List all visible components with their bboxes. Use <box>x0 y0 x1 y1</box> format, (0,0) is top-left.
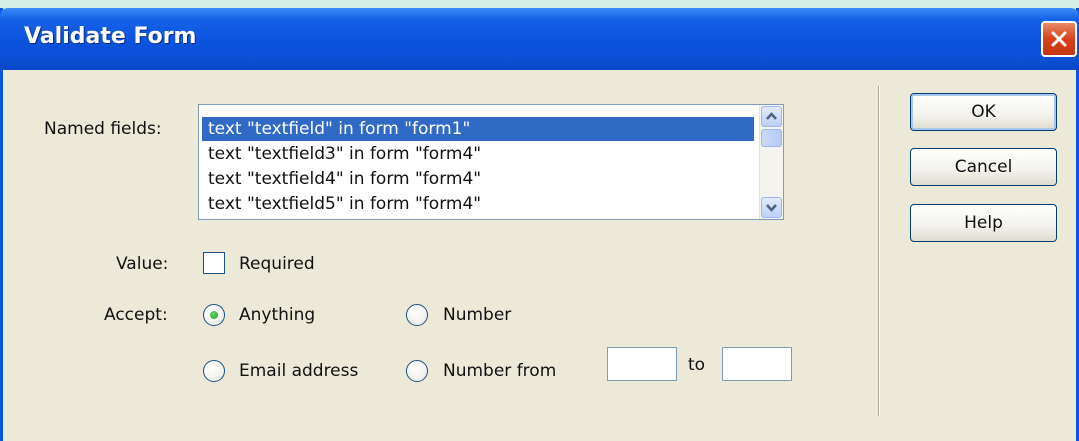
close-button[interactable] <box>1041 21 1077 57</box>
list-item[interactable]: text "textfield5" in form "form4" <box>202 192 481 216</box>
list-item[interactable]: text "textfield" in form "form1" <box>202 117 754 141</box>
accept-label: Accept: <box>104 305 168 325</box>
chevron-up-icon <box>766 112 777 120</box>
scroll-down-button[interactable] <box>761 197 782 218</box>
named-fields-label: Named fields: <box>44 119 162 139</box>
number-from-label[interactable]: Number from <box>443 361 556 381</box>
number-label[interactable]: Number <box>443 305 511 325</box>
anything-label[interactable]: Anything <box>239 305 315 325</box>
list-item[interactable]: text "textfield4" in form "form4" <box>202 167 481 191</box>
title-bar[interactable]: Validate Form <box>0 8 1079 70</box>
named-fields-listbox[interactable]: text "textfield" in form "form1" text "t… <box>198 104 784 220</box>
scroll-up-button[interactable] <box>761 106 782 127</box>
help-button[interactable]: Help <box>910 204 1057 242</box>
radio-selected-dot <box>210 311 218 319</box>
email-address-radio[interactable] <box>203 360 225 382</box>
cancel-button[interactable]: Cancel <box>910 148 1057 186</box>
number-to-input[interactable] <box>722 347 792 381</box>
close-x-icon <box>1051 31 1067 47</box>
anything-radio[interactable] <box>203 304 225 326</box>
number-from-radio[interactable] <box>406 360 428 382</box>
to-label: to <box>688 355 706 375</box>
list-item[interactable]: text "textfield3" in form "form4" <box>202 142 481 166</box>
scroll-thumb[interactable] <box>761 129 782 147</box>
value-label: Value: <box>116 254 169 274</box>
required-label[interactable]: Required <box>239 254 315 274</box>
required-checkbox[interactable] <box>203 252 225 274</box>
number-radio[interactable] <box>406 304 428 326</box>
ok-button[interactable]: OK <box>910 93 1057 131</box>
divider <box>878 86 880 416</box>
email-address-label[interactable]: Email address <box>239 361 358 381</box>
dialog-title: Validate Form <box>24 24 197 49</box>
number-from-input[interactable] <box>607 347 677 381</box>
chevron-down-icon <box>766 204 777 212</box>
listbox-scrollbar[interactable] <box>759 105 783 219</box>
